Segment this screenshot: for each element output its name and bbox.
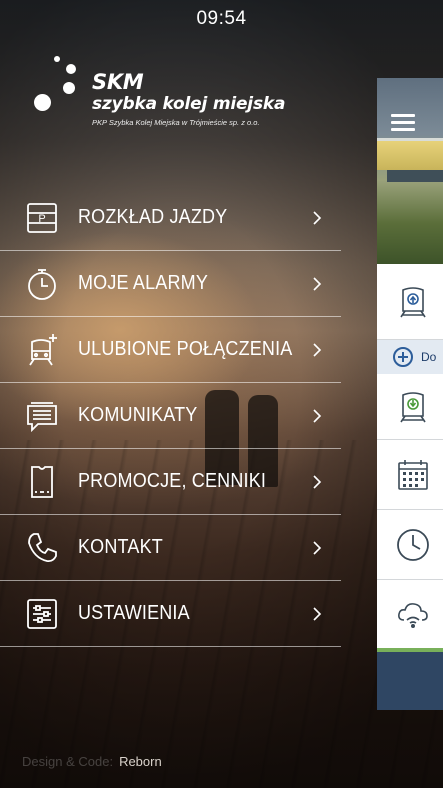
- online-row[interactable]: [377, 580, 443, 648]
- hamburger-menu-icon[interactable]: [391, 114, 415, 132]
- menu-item-timetable[interactable]: P ROZKŁAD JAZDY: [0, 185, 341, 251]
- chevron-right-icon: [313, 606, 322, 621]
- date-row[interactable]: [377, 440, 443, 510]
- phone-icon: [24, 530, 60, 566]
- logo-title: SKM: [92, 70, 144, 94]
- menu-item-messages[interactable]: KOMUNIKATY: [0, 383, 341, 449]
- skm-logo: SKM szybka kolej miejska PKP Szybka Kole…: [30, 54, 340, 134]
- train-image: [387, 170, 443, 182]
- chevron-right-icon: [313, 408, 322, 423]
- logo-dot: [54, 56, 60, 62]
- alarm-clock-icon: [24, 266, 60, 302]
- clock-icon: [397, 528, 429, 561]
- credits: Design & Code: Reborn: [22, 754, 162, 769]
- menu-item-promotions[interactable]: PROMOCJE, CENNIKI: [0, 449, 341, 515]
- credits-author[interactable]: Reborn: [119, 754, 162, 769]
- logo-caption: PKP Szybka Kolej Miejska w Trójmieście s…: [92, 118, 260, 127]
- add-icon: [393, 347, 413, 367]
- add-connection-label: Do: [421, 350, 437, 364]
- credits-label: Design & Code:: [22, 754, 114, 769]
- menu-item-favorites[interactable]: ULUBIONE POŁĄCZENIA: [0, 317, 341, 383]
- logo-dot: [34, 94, 51, 111]
- menu-item-label: KONTAKT: [78, 536, 163, 558]
- add-connection-bar[interactable]: Do: [377, 340, 443, 374]
- settings-sliders-icon: [24, 596, 60, 632]
- menu-item-label: USTAWIENIA: [78, 602, 190, 624]
- chevron-right-icon: [313, 540, 322, 555]
- departure-row[interactable]: [377, 264, 443, 340]
- menu-item-settings[interactable]: USTAWIENIA: [0, 581, 341, 647]
- menu-item-label: KOMUNIKATY: [78, 404, 198, 426]
- menu-item-label: PROMOCJE, CENNIKI: [78, 470, 267, 492]
- arrival-row[interactable]: [377, 374, 443, 440]
- svg-text:P: P: [38, 213, 45, 225]
- calendar-icon: [398, 459, 428, 490]
- status-bar-time: 09:54: [196, 8, 247, 29]
- menu-item-label: ULUBIONE POŁĄCZENIA: [78, 338, 293, 360]
- cloud-wifi-icon: [398, 603, 428, 628]
- menu-item-label: ROZKŁAD JAZDY: [78, 206, 228, 228]
- train-image: [377, 138, 443, 170]
- menu-item-label: MOJE ALARMY: [78, 272, 209, 294]
- timetable-icon: P: [24, 200, 60, 236]
- bottom-action-bar[interactable]: [377, 652, 443, 710]
- menu-item-alarms[interactable]: MOJE ALARMY: [0, 251, 341, 317]
- chevron-right-icon: [313, 210, 322, 225]
- time-row[interactable]: [377, 510, 443, 580]
- chevron-right-icon: [313, 276, 322, 291]
- header-photo: [377, 78, 443, 264]
- menu-item-contact[interactable]: KONTAKT: [0, 515, 341, 581]
- logo-dot: [63, 82, 75, 94]
- logo-dot: [66, 64, 76, 74]
- main-content-panel[interactable]: Do: [377, 78, 443, 710]
- train-arrival-icon: [400, 391, 426, 422]
- chevron-right-icon: [313, 342, 322, 357]
- train-departure-icon: [400, 286, 426, 317]
- navigation-drawer: P ROZKŁAD JAZDY MOJE ALARMY ULUBIONE POŁ…: [0, 185, 341, 647]
- logo-subtitle: szybka kolej miejska: [92, 94, 286, 114]
- chevron-right-icon: [313, 474, 322, 489]
- messages-icon: [24, 398, 60, 434]
- ticket-icon: [24, 464, 60, 500]
- favorite-train-icon: [24, 332, 60, 368]
